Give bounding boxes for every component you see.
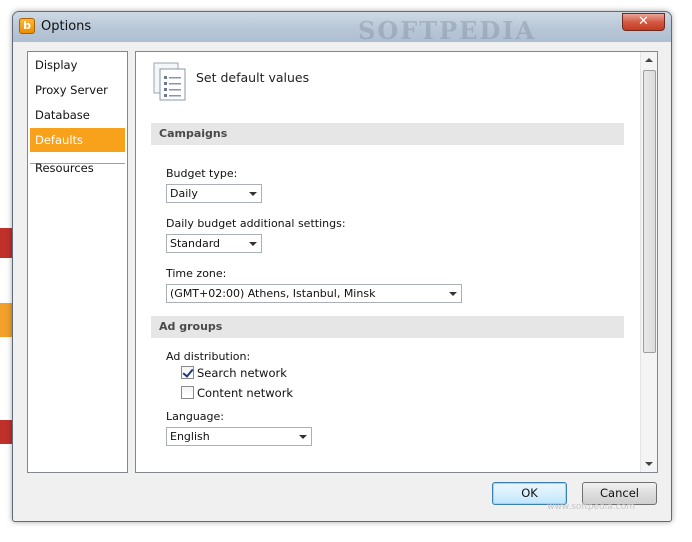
title-bar[interactable]: b Options SOFTPEDIA ✕ bbox=[13, 12, 671, 45]
dialog-client-area: Display Proxy Server Database Defaults R… bbox=[20, 42, 665, 516]
scrollbar-thumb[interactable] bbox=[643, 70, 656, 353]
page-title: Set default values bbox=[196, 70, 310, 85]
daily-budget-settings-select[interactable]: Standard bbox=[166, 234, 262, 253]
time-zone-value: (GMT+02:00) Athens, Istanbul, Minsk bbox=[170, 287, 376, 300]
nav-item-display[interactable]: Display bbox=[30, 53, 125, 77]
time-zone-select[interactable]: (GMT+02:00) Athens, Istanbul, Minsk bbox=[166, 284, 462, 303]
window-title: Options bbox=[41, 19, 92, 34]
nav-item-database[interactable]: Database bbox=[30, 103, 125, 127]
search-network-label: Search network bbox=[197, 366, 287, 380]
daily-budget-settings-label: Daily budget additional settings: bbox=[166, 217, 346, 230]
chevron-down-icon bbox=[299, 435, 307, 439]
options-category-list: Display Proxy Server Database Defaults R… bbox=[27, 51, 128, 473]
content-network-checkbox[interactable] bbox=[181, 386, 194, 399]
ad-distribution-label: Ad distribution: bbox=[166, 350, 251, 363]
ad-groups-section-header: Ad groups bbox=[151, 316, 624, 338]
chevron-down-icon bbox=[249, 242, 257, 246]
scroll-up-arrow-icon[interactable] bbox=[641, 52, 657, 69]
campaigns-section-header: Campaigns bbox=[151, 123, 624, 145]
nav-item-proxy-server[interactable]: Proxy Server bbox=[30, 78, 125, 102]
budget-type-select[interactable]: Daily bbox=[166, 184, 262, 203]
language-select[interactable]: English bbox=[166, 427, 312, 446]
nav-item-defaults[interactable]: Defaults bbox=[30, 128, 125, 152]
defaults-settings-panel: Set default values Campaigns Budget type… bbox=[135, 51, 658, 473]
budget-type-value: Daily bbox=[170, 187, 198, 200]
title-watermark: SOFTPEDIA bbox=[358, 16, 537, 45]
footer-watermark: www.softpedia.com bbox=[547, 502, 635, 512]
document-list-icon bbox=[153, 62, 186, 101]
options-dialog: b Options SOFTPEDIA ✕ Display Proxy Serv… bbox=[12, 11, 672, 522]
nav-item-resources[interactable]: Resources bbox=[30, 156, 125, 180]
app-logo-icon: b bbox=[19, 18, 35, 34]
language-label: Language: bbox=[166, 410, 224, 423]
chevron-down-icon bbox=[249, 192, 257, 196]
content-network-label: Content network bbox=[197, 386, 294, 400]
scroll-down-arrow-icon[interactable] bbox=[641, 455, 657, 472]
daily-budget-settings-value: Standard bbox=[170, 237, 221, 250]
budget-type-label: Budget type: bbox=[166, 167, 238, 180]
chevron-down-icon bbox=[449, 292, 457, 296]
language-value: English bbox=[170, 430, 210, 443]
vertical-scrollbar[interactable] bbox=[640, 52, 657, 472]
time-zone-label: Time zone: bbox=[166, 267, 227, 280]
close-button[interactable]: ✕ bbox=[622, 13, 665, 31]
search-network-checkbox[interactable] bbox=[181, 366, 194, 379]
